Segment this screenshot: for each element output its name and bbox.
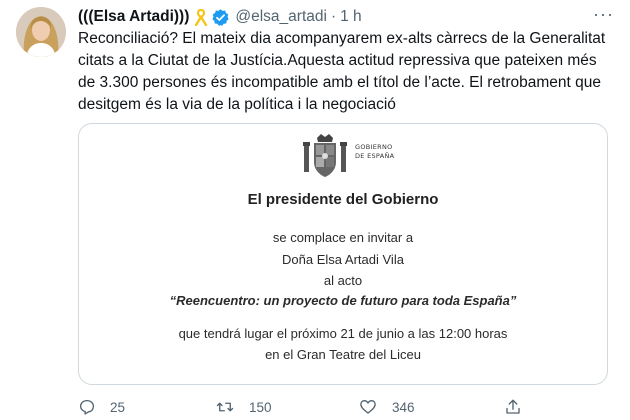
coat-of-arms-icon — [303, 134, 347, 177]
invitation-event: “Reencuentro: un proyecto de futuro para… — [169, 293, 517, 308]
author-name[interactable]: (((Elsa Artadi))) — [78, 8, 189, 26]
gov-line-1: GOBIERNO — [355, 143, 393, 151]
reply-icon — [79, 399, 95, 415]
retweet-button[interactable]: 150 — [215, 398, 272, 416]
invitation-image[interactable]: GOBIERNO DE ESPAÑA El presidente del Gob… — [78, 123, 608, 385]
like-count: 346 — [392, 399, 415, 415]
avatar[interactable] — [16, 7, 66, 57]
tweet-header: (((Elsa Artadi))) @elsa_artadi · 1 h — [78, 6, 362, 28]
more-options-icon[interactable]: ··· — [593, 4, 614, 25]
invitation-date: que tendrá lugar el próximo 21 de junio … — [178, 326, 508, 341]
reply-button[interactable]: 25 — [78, 398, 125, 416]
retweet-icon — [216, 402, 234, 412]
invitation-title: El presidente del Gobierno — [247, 191, 439, 208]
invitation-line-1: se complace en invitar a — [272, 230, 414, 245]
gov-line-2: DE ESPAÑA — [355, 152, 395, 160]
verified-badge-icon — [211, 8, 230, 27]
separator-dot: · — [330, 8, 337, 25]
invitation-guest: Doña Elsa Artadi Vila — [282, 252, 404, 267]
reply-count: 25 — [110, 399, 126, 415]
tweet-actions: 25 150 346 — [78, 398, 548, 418]
tweet-timestamp[interactable]: 1 h — [340, 8, 362, 26]
government-logo-text: GOBIERNO DE ESPAÑA — [355, 143, 394, 161]
share-icon — [506, 399, 520, 414]
invitation-line-3: al acto — [323, 273, 363, 288]
retweet-count: 150 — [249, 399, 272, 415]
share-button[interactable] — [504, 398, 536, 416]
tweet-text: Reconciliació? El mateix dia acompanyare… — [78, 30, 606, 113]
like-button[interactable]: 346 — [358, 398, 415, 416]
invitation-venue: en el Gran Teatre del Liceu — [265, 347, 421, 362]
heart-icon — [360, 400, 376, 414]
author-handle[interactable]: @elsa_artadi — [235, 8, 327, 26]
yellow-ribbon-icon — [194, 8, 208, 26]
